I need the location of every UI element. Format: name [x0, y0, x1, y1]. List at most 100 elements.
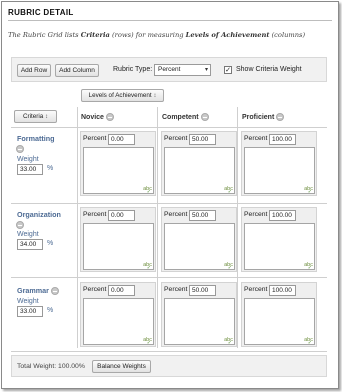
description-textarea[interactable]: abc ✓ [83, 223, 154, 271]
rubric-cell: Percent 100.00 abc ✓ [241, 207, 317, 272]
checkmark-icon: ✓ [227, 340, 232, 346]
criteria-name-organization: Organization [17, 210, 61, 219]
rubric-cell: Percent 50.00 abc ✓ [161, 282, 237, 347]
checkmark-icon: ✓ [227, 189, 232, 195]
percent-label: Percent [244, 211, 268, 218]
weight-label: Weight [17, 231, 39, 238]
checkmark-icon: ✓ [307, 265, 312, 271]
intro-middle: (rows) for measuring [112, 31, 184, 39]
criteria-options-icon[interactable] [50, 287, 59, 296]
criteria-name-grammar: Grammar [17, 286, 59, 296]
show-criteria-weight-checkbox[interactable]: ✓ [224, 66, 232, 74]
rubric-cell: Percent 0.00 abc ✓ [80, 207, 156, 272]
rubric-cell: Percent 0.00 abc ✓ [80, 131, 156, 196]
percent-sign: % [47, 307, 54, 314]
checkmark-icon: ✓ [307, 340, 312, 346]
rubric-cell: Percent 50.00 abc ✓ [161, 207, 237, 272]
percent-input[interactable]: 0.00 [108, 210, 135, 221]
add-column-button[interactable]: Add Column [55, 64, 99, 77]
column-header-label: Novice [81, 113, 104, 121]
sort-icon: ↕ [45, 114, 49, 120]
rubric-type-label: Rubric Type: [113, 66, 153, 73]
percent-label: Percent [164, 211, 188, 218]
weight-label: Weight [17, 156, 39, 163]
weight-input[interactable]: 34.00 [17, 239, 43, 250]
intro-criteria-word: Criteria [80, 31, 110, 39]
percent-input[interactable]: 50.00 [189, 210, 216, 221]
percent-input[interactable]: 0.00 [108, 134, 135, 145]
criteria-options-icon[interactable] [16, 145, 24, 153]
percent-sign: % [47, 165, 54, 172]
row-divider [11, 277, 327, 278]
rubric-detail-panel: RUBRIC DETAIL The Rubric Grid lists Crit… [1, 1, 339, 389]
description-textarea[interactable]: abc ✓ [164, 223, 235, 271]
percent-input[interactable]: 100.00 [269, 134, 296, 145]
percent-label: Percent [164, 135, 188, 142]
criteria-button[interactable]: Criteria ↕ [14, 110, 57, 123]
add-row-button[interactable]: Add Row [17, 64, 51, 77]
row-divider [11, 203, 327, 204]
rubric-type-select[interactable]: Percent ▾ [154, 64, 211, 76]
weight-label: Weight [17, 298, 39, 305]
description-textarea[interactable]: abc ✓ [244, 223, 315, 271]
description-textarea[interactable]: abc ✓ [244, 298, 315, 346]
intro-levels-word: Levels of Achievement [185, 31, 270, 39]
rubric-cell: Percent 50.00 abc ✓ [161, 131, 237, 196]
column-header-competent: Competent [162, 113, 209, 121]
weight-input[interactable]: 33.00 [17, 306, 43, 317]
percent-input[interactable]: 0.00 [108, 285, 135, 296]
intro-prefix: The Rubric Grid lists [8, 31, 79, 39]
percent-input[interactable]: 100.00 [269, 210, 296, 221]
weight-input[interactable]: 33.00 [17, 164, 43, 175]
page-title: RUBRIC DETAIL [8, 8, 74, 17]
checkmark-icon: ✓ [146, 189, 151, 195]
intro-suffix: (columns) [271, 31, 306, 39]
criteria-button-label: Criteria [22, 113, 44, 120]
description-textarea[interactable]: abc ✓ [164, 298, 235, 346]
description-textarea[interactable]: abc ✓ [164, 147, 235, 195]
percent-label: Percent [164, 286, 188, 293]
balance-weights-button[interactable]: Balance Weights [92, 360, 151, 373]
levels-button-label: Levels of Achievement [88, 92, 152, 99]
rubric-footer: Total Weight: 100.00% Balance Weights [11, 355, 327, 377]
description-textarea[interactable]: abc ✓ [83, 147, 154, 195]
percent-sign: % [47, 240, 54, 247]
column-options-icon[interactable] [105, 113, 114, 121]
percent-label: Percent [83, 211, 107, 218]
column-divider [237, 107, 238, 348]
criteria-options-icon[interactable] [16, 221, 24, 229]
total-weight-text: Total Weight: 100.00% [17, 363, 85, 370]
column-options-icon[interactable] [276, 113, 285, 121]
row-divider [11, 127, 327, 128]
column-divider [77, 107, 78, 348]
percent-label: Percent [83, 286, 107, 293]
percent-label: Percent [244, 286, 268, 293]
criteria-name-formatting: Formatting [17, 134, 55, 143]
description-textarea[interactable]: abc ✓ [83, 298, 154, 346]
chevron-down-icon: ▾ [204, 67, 208, 73]
row-divider [11, 351, 327, 352]
column-header-label: Competent [162, 113, 199, 121]
column-options-icon[interactable] [200, 113, 209, 121]
column-header-novice: Novice [81, 113, 114, 121]
percent-input[interactable]: 50.00 [189, 285, 216, 296]
percent-label: Percent [83, 135, 107, 142]
percent-input[interactable]: 100.00 [269, 285, 296, 296]
rubric-cell: Percent 100.00 abc ✓ [241, 131, 317, 196]
checkmark-icon: ✓ [227, 265, 232, 271]
sort-icon: ↕ [153, 93, 157, 99]
checkmark-icon: ✓ [146, 265, 151, 271]
rubric-type-value: Percent [158, 66, 181, 73]
intro-text: The Rubric Grid lists Criteria (rows) fo… [8, 31, 305, 39]
checkmark-icon: ✓ [146, 340, 151, 346]
criteria-name-label: Grammar [17, 286, 49, 295]
percent-input[interactable]: 50.00 [189, 134, 216, 145]
show-criteria-weight-label: Show Criteria Weight [236, 66, 302, 73]
checkmark-icon: ✓ [307, 189, 312, 195]
description-textarea[interactable]: abc ✓ [244, 147, 315, 195]
levels-of-achievement-button[interactable]: Levels of Achievement ↕ [81, 89, 164, 102]
column-divider [157, 107, 158, 348]
column-header-label: Proficient [242, 113, 275, 121]
rubric-cell: Percent 0.00 abc ✓ [80, 282, 156, 347]
rubric-toolbar: Add Row Add Column Rubric Type: Percent … [11, 57, 327, 82]
